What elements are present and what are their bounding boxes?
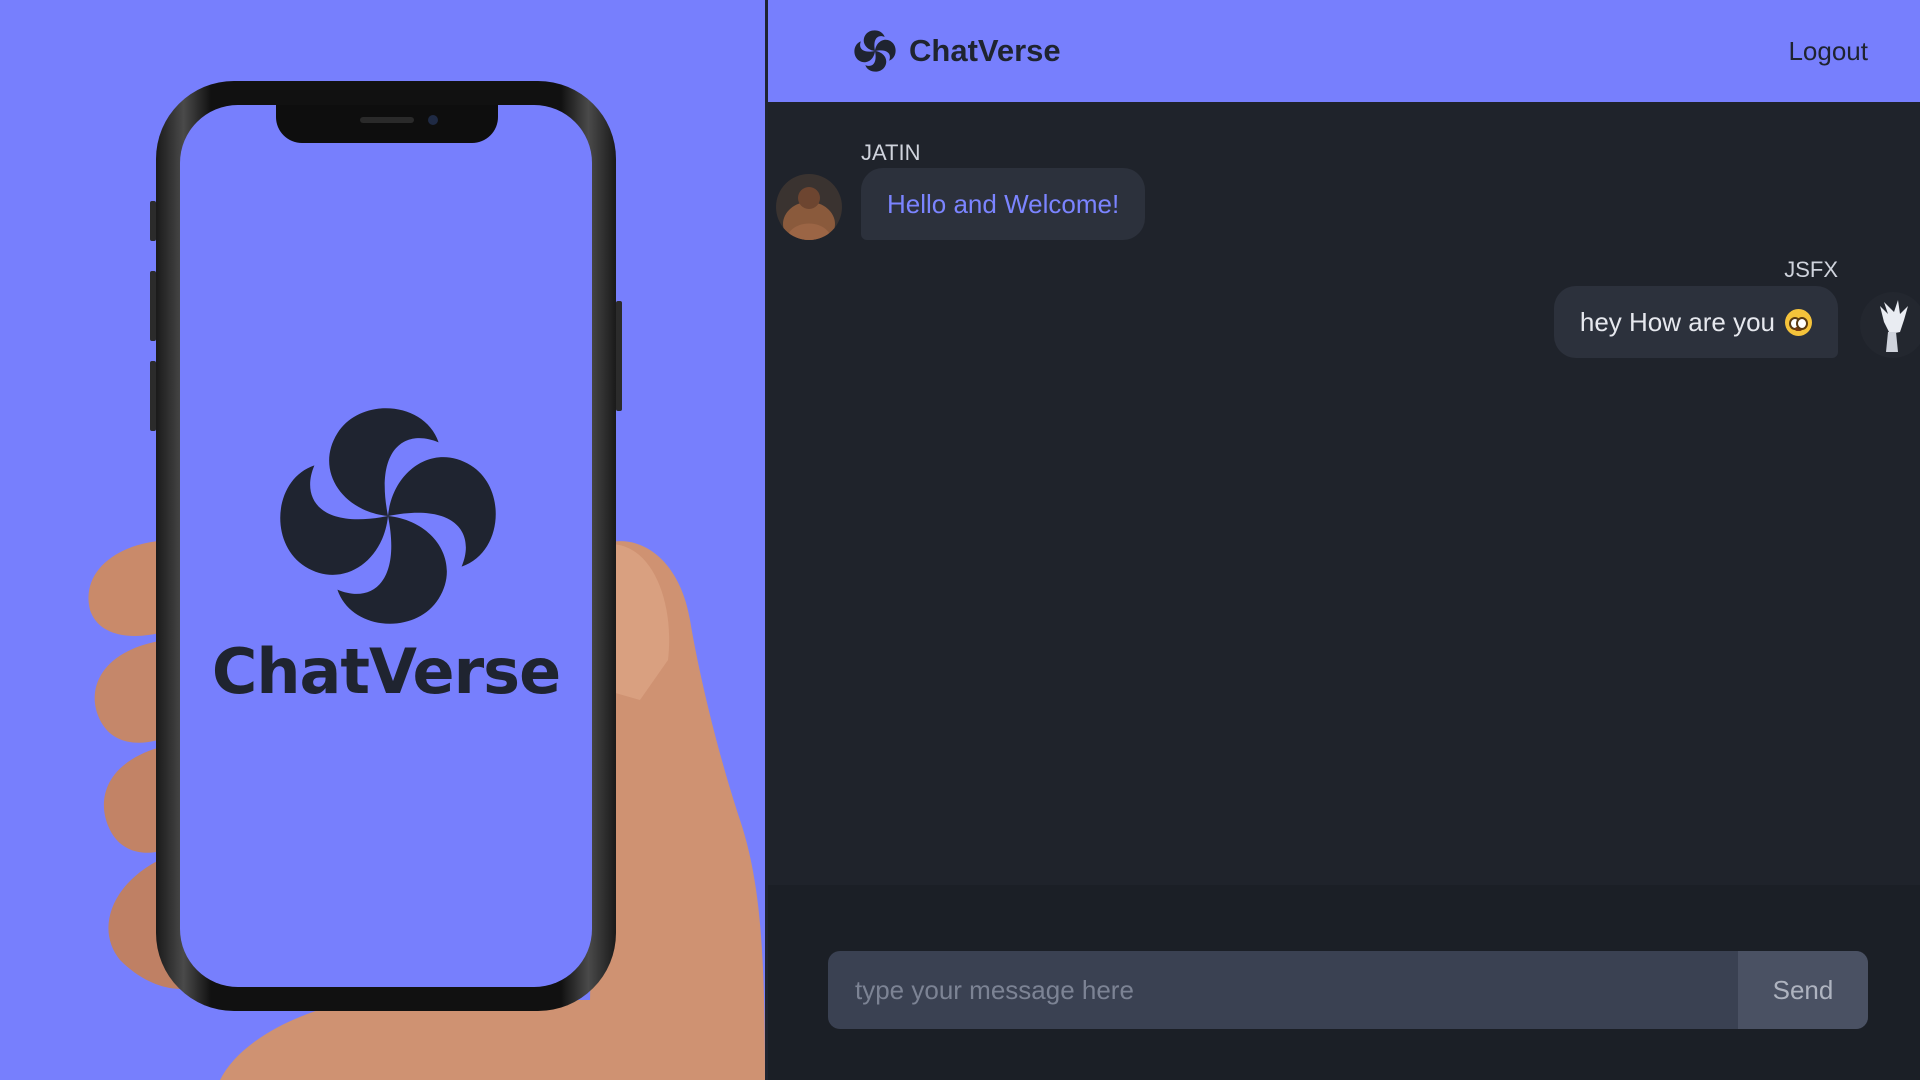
phone-side-button: [616, 301, 622, 411]
message-bubble: hey How are you: [1553, 286, 1838, 358]
message-input[interactable]: [828, 951, 1738, 1029]
avatar[interactable]: [1860, 292, 1920, 358]
message-text: Hello and Welcome!: [887, 188, 1120, 219]
chat-app: ChatVerse Logout JATIN Hello and Welcome…: [768, 0, 1920, 1080]
send-button[interactable]: Send: [1738, 951, 1868, 1029]
speaker-grill: [360, 117, 414, 123]
phone-notch: [276, 105, 498, 143]
app-title[interactable]: ChatVerse: [909, 33, 1061, 69]
message-list: JATIN Hello and Welcome! JSFX hey How ar…: [768, 102, 1920, 885]
swirl-logo-icon[interactable]: [853, 29, 897, 73]
phone-side-button: [150, 201, 156, 241]
face-emoji-icon: [1785, 308, 1812, 336]
camera-icon: [428, 115, 438, 125]
logout-button[interactable]: Logout: [1788, 36, 1868, 67]
phone-side-button: [150, 271, 156, 341]
sender-name: JATIN: [861, 140, 921, 165]
message-bubble: Hello and Welcome!: [861, 168, 1146, 240]
phone-brand-name: ChatVerse: [211, 635, 561, 708]
phone-mockup: ChatVerse: [150, 81, 622, 1011]
phone-screen: ChatVerse: [180, 105, 592, 987]
swirl-logo-icon: [280, 408, 496, 624]
phone-side-button: [150, 361, 156, 431]
app-header: ChatVerse Logout: [768, 0, 1920, 102]
message-text: hey How are you: [1579, 306, 1775, 337]
hero-panel: ChatVerse: [0, 0, 765, 1080]
sender-name: JSFX: [1784, 257, 1838, 282]
composer: Send: [768, 885, 1920, 1080]
avatar[interactable]: [776, 174, 842, 240]
composer-field: Send: [828, 951, 1868, 1029]
